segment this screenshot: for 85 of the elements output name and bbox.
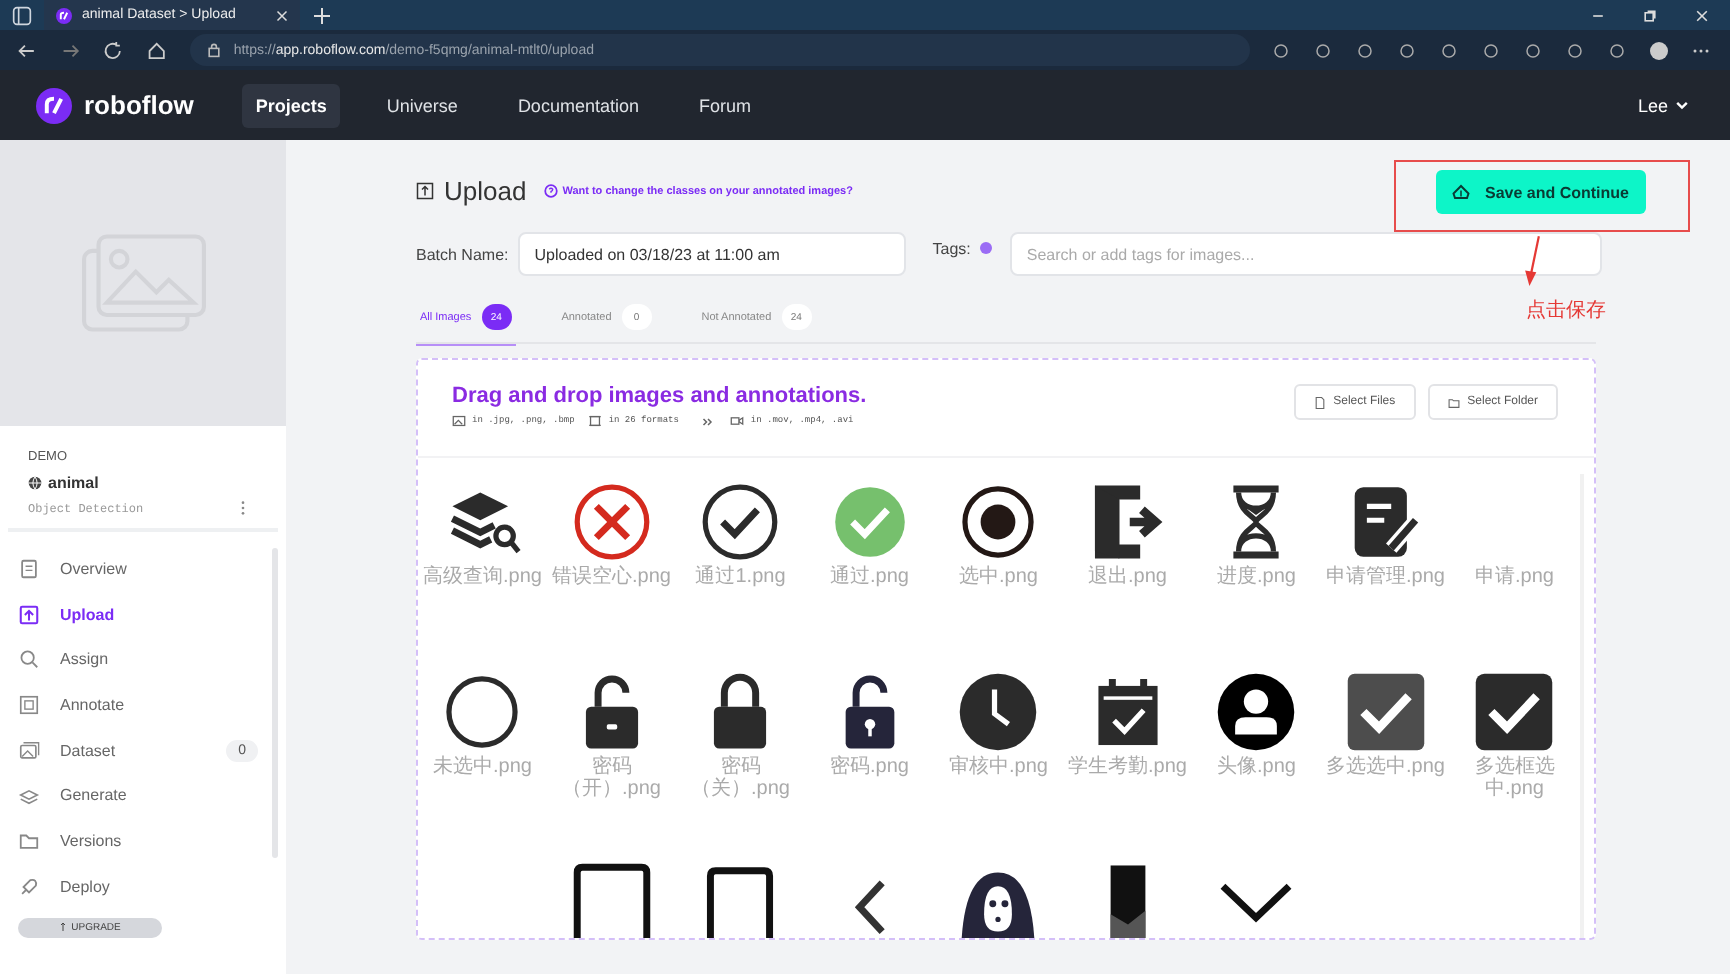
check-circle-icon[interactable] — [829, 482, 910, 562]
batch-name-field[interactable]: Uploaded on 03/18/23 at 11:00 am — [518, 232, 907, 276]
project-name[interactable]: animal — [48, 474, 99, 492]
image-icon — [452, 414, 466, 428]
save-and-continue-button[interactable]: Save and Continue — [1436, 170, 1646, 214]
annotation-note: 点击保存 — [1526, 297, 1606, 324]
frame-icon — [18, 693, 40, 716]
forward-icon[interactable] — [59, 39, 81, 61]
tags-field[interactable]: Search or add tags for images... — [1010, 232, 1603, 276]
images-icon — [18, 739, 40, 762]
video-icon — [730, 414, 745, 428]
file-name: 错误空心.png — [552, 568, 671, 589]
roboflow-logo-icon[interactable] — [36, 87, 72, 123]
folder-icon — [18, 829, 40, 852]
file-name: 申请.png — [1475, 568, 1554, 589]
nav-link[interactable]: Documentation — [503, 83, 653, 127]
sidebar-item[interactable]: Deploy — [18, 863, 258, 909]
folder-icon — [1447, 395, 1460, 409]
frame-icon — [588, 414, 603, 428]
clock-icon[interactable] — [958, 672, 1039, 752]
tags-label: Tags: — [932, 239, 971, 257]
sidebar-item[interactable]: Upload — [18, 591, 258, 637]
back-icon[interactable] — [16, 39, 38, 61]
close-icon[interactable] — [276, 9, 288, 21]
nav-link[interactable]: Forum — [684, 83, 765, 127]
file-name: 通过.png — [830, 568, 909, 589]
upload-cloud-icon — [1452, 184, 1471, 200]
dropzone[interactable] — [416, 358, 1596, 940]
check-circle-icon[interactable] — [700, 482, 781, 562]
radio-icon[interactable] — [958, 482, 1039, 562]
help-icon — [544, 184, 559, 198]
page-title: Upload — [444, 176, 527, 206]
sidebar-item[interactable]: Annotate — [18, 682, 258, 728]
tab-list-icon[interactable] — [12, 5, 32, 25]
file-name: 通过1.png — [695, 568, 786, 589]
upload-icon — [416, 182, 434, 200]
profile-avatar-icon[interactable] — [1650, 41, 1669, 59]
sidebar-item[interactable]: Assign — [18, 636, 258, 683]
file-name: 密码（关）.png — [689, 758, 792, 800]
sidebar-item[interactable]: Overview — [18, 546, 258, 592]
arch-icon[interactable] — [571, 862, 652, 938]
file-name: 密码（开）.png — [560, 758, 663, 800]
nav-link[interactable]: Universe — [372, 83, 472, 127]
file-name: 学生考勤.png — [1068, 758, 1187, 779]
checkbox-checked-icon[interactable] — [1474, 672, 1555, 752]
file-name: 选中.png — [959, 568, 1038, 589]
file-name: 高级查询.png — [423, 568, 542, 589]
file-name: 多选选中.png — [1326, 758, 1445, 779]
file-name: 未选中.png — [433, 758, 532, 779]
refresh-icon[interactable] — [102, 39, 125, 61]
chevron-right-icon — [702, 415, 715, 427]
roboflow-logo-icon — [56, 7, 72, 23]
file-name: 申请管理.png — [1326, 568, 1445, 589]
cross-circle-icon[interactable] — [571, 482, 652, 562]
layers-icon — [18, 784, 40, 807]
caret-icon — [1674, 97, 1690, 113]
brand-name[interactable]: roboflow — [84, 90, 194, 120]
file-name: 头像.png — [1217, 758, 1296, 779]
sidebar-item[interactable]: Generate — [18, 772, 258, 819]
file-name: 进度.png — [1217, 568, 1296, 589]
globe-icon — [28, 476, 42, 490]
restore-icon[interactable] — [1642, 7, 1658, 23]
sidebar-item[interactable]: Versions — [18, 818, 258, 864]
file-name: 退出.png — [1088, 568, 1167, 589]
close-icon[interactable] — [1694, 7, 1710, 23]
lock-icon — [205, 42, 222, 58]
checkbox-checked-icon[interactable] — [1345, 672, 1426, 752]
info-icon — [980, 242, 993, 254]
dropzone-title: Drag and drop images and annotations. — [452, 384, 867, 408]
upgrade-icon — [59, 922, 66, 932]
new-tab-icon[interactable] — [312, 5, 332, 25]
upload-icon — [18, 603, 40, 626]
user-avatar-icon[interactable] — [1216, 672, 1297, 752]
circle-icon[interactable] — [442, 672, 523, 752]
document-icon — [18, 557, 40, 580]
search-icon — [18, 648, 40, 671]
batch-name-label: Batch Name: — [416, 245, 509, 263]
rocket-icon — [18, 875, 40, 898]
file-name: 多选框选中.png — [1472, 758, 1557, 800]
nav-link[interactable]: Projects — [241, 83, 341, 127]
file-name: 密码.png — [830, 758, 909, 779]
file-name: 审核中.png — [949, 758, 1048, 779]
file-icon — [1313, 395, 1326, 409]
home-icon[interactable] — [146, 39, 168, 61]
user-menu[interactable]: Lee — [1637, 95, 1690, 115]
